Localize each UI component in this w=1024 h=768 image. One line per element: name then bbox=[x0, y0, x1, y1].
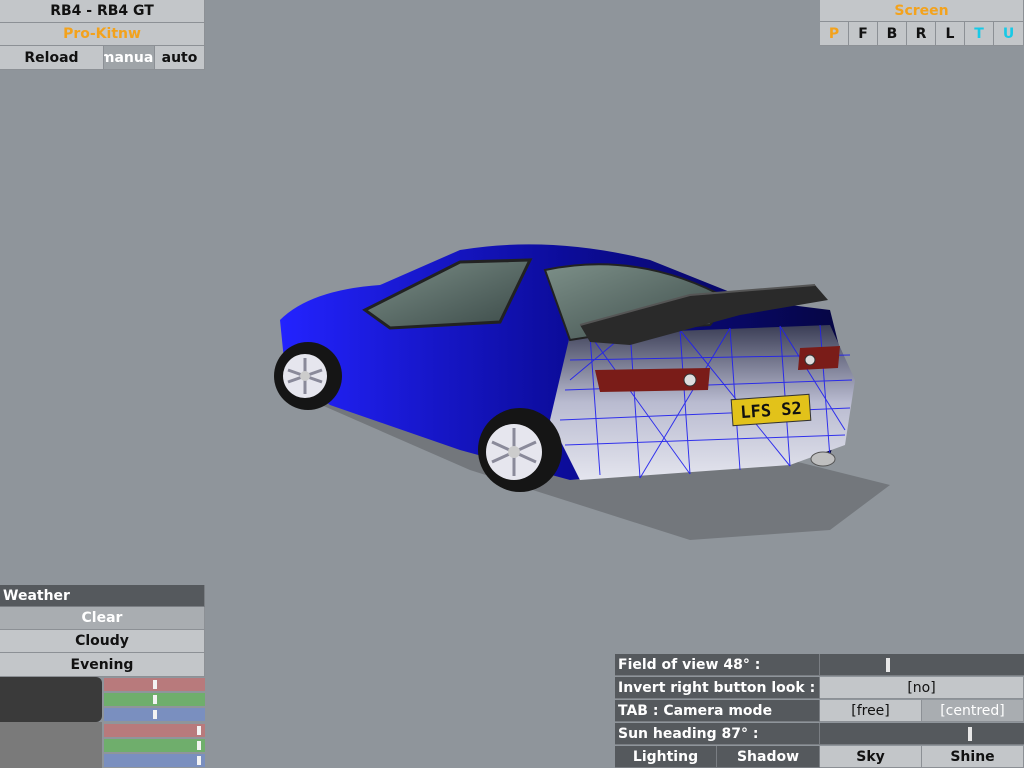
sun-heading-slider[interactable] bbox=[820, 723, 1024, 745]
camera-mode-label: TAB : Camera mode bbox=[615, 700, 820, 722]
view-button-t[interactable]: T bbox=[965, 22, 994, 46]
sky-tab[interactable]: Sky bbox=[820, 746, 922, 768]
setup-name[interactable]: Pro-Kitnw bbox=[0, 23, 205, 46]
sun-heading-label: Sun heading 87° : bbox=[615, 723, 820, 745]
view-button-r[interactable]: R bbox=[907, 22, 936, 46]
slider-lower-red[interactable] bbox=[104, 724, 205, 737]
sun-heading-slider-thumb[interactable] bbox=[968, 727, 972, 741]
fov-slider-thumb[interactable] bbox=[886, 658, 890, 672]
weather-clear-button[interactable]: Clear bbox=[0, 607, 205, 630]
fov-slider[interactable] bbox=[820, 654, 1024, 676]
fov-label: Field of view 48° : bbox=[615, 654, 820, 676]
reload-button[interactable]: Reload bbox=[0, 46, 104, 70]
sun-colour-swatch[interactable] bbox=[0, 722, 102, 768]
slider-knob-lower-red[interactable] bbox=[197, 726, 201, 735]
view-button-u[interactable]: U bbox=[994, 22, 1024, 46]
ambient-colour-swatch[interactable] bbox=[0, 677, 102, 722]
weather-cloudy-button[interactable]: Cloudy bbox=[0, 630, 205, 653]
car-title: RB4 - RB4 GT bbox=[0, 0, 205, 23]
slider-knob-lower-green[interactable] bbox=[197, 741, 201, 750]
camera-centred-button[interactable]: [centred] bbox=[922, 700, 1024, 722]
slider-lower-green[interactable] bbox=[104, 739, 205, 752]
car-preview[interactable]: LFS S2 bbox=[270, 230, 900, 550]
slider-upper-green[interactable] bbox=[104, 693, 205, 706]
slider-lower-blue[interactable] bbox=[104, 754, 205, 767]
screen-title: Screen bbox=[820, 0, 1024, 22]
invert-look-toggle[interactable]: [no] bbox=[820, 677, 1024, 699]
view-button-f[interactable]: F bbox=[849, 22, 878, 46]
slider-knob-upper-blue[interactable] bbox=[153, 710, 157, 719]
shine-tab[interactable]: Shine bbox=[922, 746, 1024, 768]
weather-header: Weather bbox=[0, 585, 205, 607]
slider-upper-blue[interactable] bbox=[104, 708, 205, 721]
camera-free-button[interactable]: [free] bbox=[820, 700, 922, 722]
shadow-tab[interactable]: Shadow bbox=[717, 746, 820, 768]
invert-look-label: Invert right button look : bbox=[615, 677, 820, 699]
manual-button[interactable]: manual bbox=[104, 46, 155, 70]
slider-knob-lower-blue[interactable] bbox=[197, 756, 201, 765]
auto-button[interactable]: auto bbox=[155, 46, 205, 70]
slider-upper-red[interactable] bbox=[104, 678, 205, 691]
view-button-p[interactable]: P bbox=[820, 22, 849, 46]
view-button-l[interactable]: L bbox=[936, 22, 965, 46]
view-button-b[interactable]: B bbox=[878, 22, 907, 46]
lighting-tab[interactable]: Lighting bbox=[615, 746, 717, 768]
slider-knob-upper-red[interactable] bbox=[153, 680, 157, 689]
slider-knob-upper-green[interactable] bbox=[153, 695, 157, 704]
license-plate: LFS S2 bbox=[740, 399, 803, 423]
weather-evening-button[interactable]: Evening bbox=[0, 653, 205, 677]
